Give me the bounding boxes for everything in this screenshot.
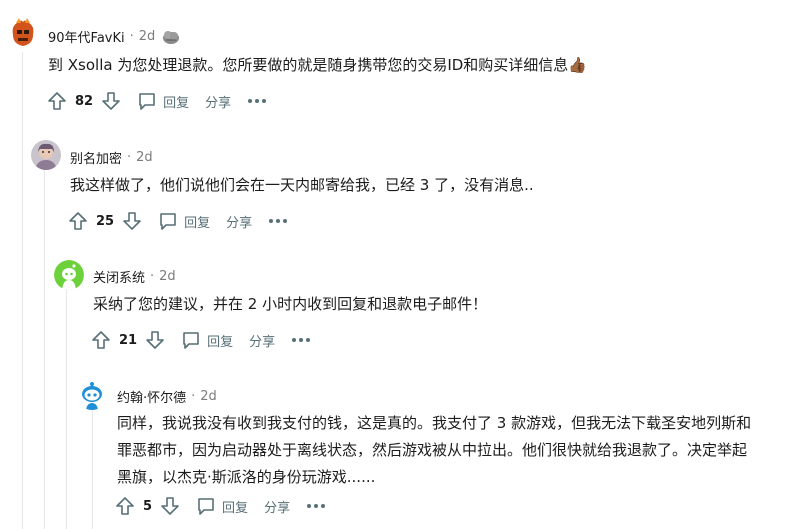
comment-text-line: 到 Xsolla 为您处理退款。您所要做的就是随身携带您的交易ID和购买详细信息… [48,56,587,74]
reply-button[interactable]: 回复 [158,211,210,231]
comment-actions: 82 回复 分享 [47,88,267,114]
timestamp[interactable]: 2d [159,269,176,284]
comment-actions: 21 回复 分享 [91,327,311,353]
upvote-icon[interactable] [68,211,88,231]
comment-meta: 约翰·怀尔德 · 2d [117,387,217,406]
comment-icon [196,496,216,516]
comment-body: 我这样做了，他们说他们会在一天内邮寄给我，已经 3 了，没有消息.. [70,172,534,199]
vote-score: 5 [143,498,153,514]
reply-button[interactable]: 回复 [181,330,233,350]
award-icon [162,29,180,45]
comment-icon [137,91,157,111]
separator-dot: · [127,150,132,165]
avatar[interactable] [31,140,61,170]
reply-button[interactable]: 回复 [196,496,248,516]
share-button[interactable]: 分享 [226,212,252,231]
upvote-icon[interactable] [47,91,67,111]
timestamp[interactable]: 2d [139,29,156,44]
reply-label: 回复 [207,334,234,350]
comment-text-line: 我这样做了，他们说他们会在一天内邮寄给我，已经 3 了，没有消息.. [70,176,534,194]
username[interactable]: 约翰·怀尔德 [117,387,186,406]
comment-text-line: 采纳了您的建议，并在 2 小时内收到回复和退款电子邮件！ [93,295,488,313]
avatar[interactable] [8,17,38,47]
timestamp[interactable]: 2d [136,150,153,165]
reply-label: 回复 [222,500,249,516]
upvote-icon[interactable] [91,330,111,350]
downvote-icon[interactable] [145,330,165,350]
reply-button[interactable]: 回复 [137,91,189,111]
timestamp[interactable]: 2d [200,389,217,404]
avatar[interactable] [54,260,84,290]
comment-body: 同样，我说我没有收到我支付的钱，这是真的。我支付了 3 款游戏，但我无法下载圣安… [117,410,751,491]
comment-meta: 90年代FavKi · 2d [48,27,180,46]
downvote-icon[interactable] [122,211,142,231]
separator-dot: · [150,269,155,284]
comment-text-line: 黑旗，以杰克·斯派洛的身份玩游戏...... [117,468,376,486]
comment-text-line: 罪恶都市，因为启动器处于离线状态，然后游戏被从中拉出。他们很快就给我退款了。决定… [117,441,748,459]
username[interactable]: 别名加密 [70,148,122,167]
comment-body: 采纳了您的建议，并在 2 小时内收到回复和退款电子邮件！ [93,291,487,318]
comment-actions: 25 回复 分享 [68,208,288,234]
avatar[interactable] [77,380,107,410]
separator-dot: · [129,29,134,44]
reply-label: 回复 [163,95,190,111]
more-options-icon[interactable] [306,503,326,509]
more-options-icon[interactable] [247,98,267,104]
reply-label: 回复 [184,215,211,231]
comment-icon [181,330,201,350]
vote-score: 82 [75,93,94,109]
share-button[interactable]: 分享 [249,331,275,350]
more-options-icon[interactable] [291,337,311,343]
downvote-icon[interactable] [101,91,121,111]
comment-body: 到 Xsolla 为您处理退款。您所要做的就是随身携带您的交易ID和购买详细信息… [48,52,587,79]
comment-text-line: 同样，我说我没有收到我支付的钱，这是真的。我支付了 3 款游戏，但我无法下载圣安… [117,414,752,432]
thread-line [22,52,23,529]
thread-line [44,170,45,529]
comment-meta: 关闭系统 · 2d [93,267,176,286]
comment-actions: 5 回复 分享 [115,493,326,519]
comment-icon [158,211,178,231]
vote-score: 21 [119,332,138,348]
username[interactable]: 关闭系统 [93,267,145,286]
more-options-icon[interactable] [268,218,288,224]
thread-line [92,410,93,529]
share-button[interactable]: 分享 [264,497,290,516]
vote-score: 25 [96,213,115,229]
username[interactable]: 90年代FavKi [48,27,125,46]
comment-meta: 别名加密 · 2d [70,148,153,167]
separator-dot: · [191,389,196,404]
upvote-icon[interactable] [115,496,135,516]
downvote-icon[interactable] [160,496,180,516]
share-button[interactable]: 分享 [205,92,231,111]
thread-line [66,290,67,529]
